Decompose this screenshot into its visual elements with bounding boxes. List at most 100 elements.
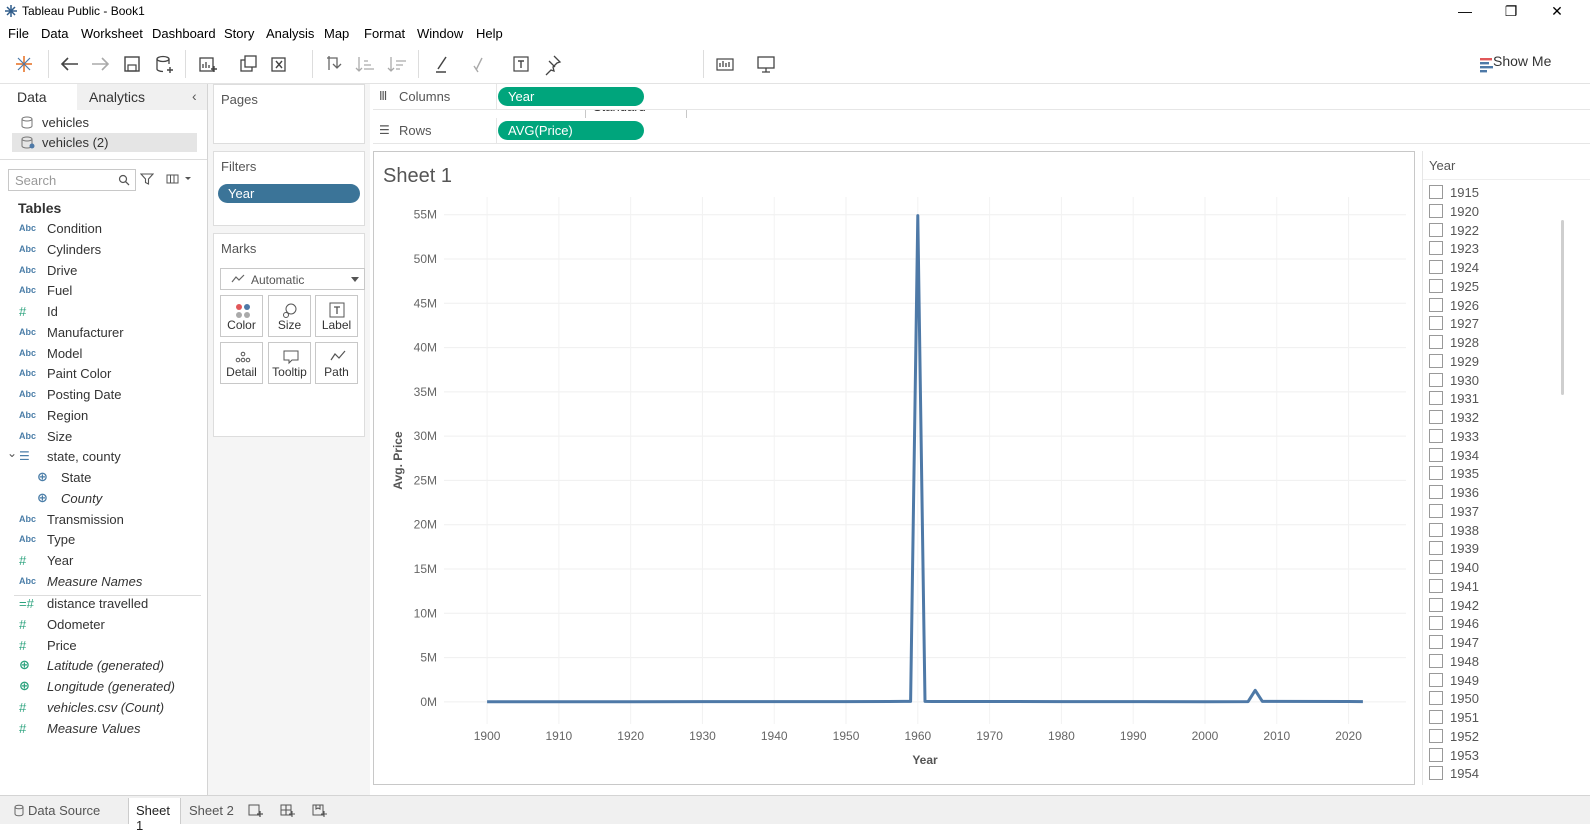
series-line[interactable] [487,214,1363,704]
clear-sheet-icon[interactable] [268,52,292,76]
checkbox[interactable] [1429,203,1443,218]
field-year[interactable]: # Year [0,551,207,572]
filter-item-1938[interactable]: 1938 [1429,521,1569,539]
marks-label-button[interactable]: Label [315,295,358,337]
group-members-icon[interactable] [467,52,491,76]
field-region[interactable]: Abc Region [0,406,207,427]
field-model[interactable]: Abc Model [0,344,207,365]
field-size[interactable]: Abc Size [0,427,207,448]
checkbox[interactable] [1429,503,1443,518]
line-chart[interactable]: 0M5M10M15M20M25M30M35M40M45M50M55M 1900 1… [374,152,1414,784]
field-price[interactable]: # Price [0,636,207,657]
field-latitude-generated[interactable]: ⊕ Latitude (generated) [0,656,207,677]
filter-item-1948[interactable]: 1948 [1429,652,1569,670]
filter-item-1922[interactable]: 1922 [1429,221,1569,239]
field-vehicles-csv-count[interactable]: # vehicles.csv (Count) [0,698,207,719]
checkbox[interactable] [1429,447,1443,462]
menu-worksheet[interactable]: Worksheet [81,26,143,41]
checkbox[interactable] [1429,635,1443,649]
filter-item-1929[interactable]: 1929 [1429,352,1569,370]
filter-item-1935[interactable]: 1935 [1429,464,1569,482]
field-paint-color[interactable]: Abc Paint Color [0,364,207,385]
highlight-icon[interactable] [430,52,454,76]
filter-pill-year[interactable]: Year [218,184,360,203]
rows-shelf[interactable]: ☰ Rows AVG(Price) [373,118,1590,144]
sort-descending-icon[interactable] [385,52,409,76]
menu-help[interactable]: Help [476,26,503,41]
filter-item-1926[interactable]: 1926 [1429,296,1569,314]
checkbox[interactable] [1429,541,1443,556]
field-odometer[interactable]: # Odometer [0,615,207,636]
checkbox[interactable] [1429,241,1443,256]
field-state[interactable]: ⊕ State [0,468,207,489]
minimize-icon[interactable]: — [1442,0,1488,22]
tab-data[interactable]: Data [0,84,77,110]
redo-icon[interactable] [88,52,112,76]
filter-item-1949[interactable]: 1949 [1429,671,1569,689]
checkbox[interactable] [1429,710,1443,724]
checkbox[interactable] [1429,485,1443,499]
filter-item-1940[interactable]: 1940 [1429,558,1569,576]
field-county[interactable]: ⊕ County [0,489,207,510]
checkbox[interactable] [1429,766,1443,781]
filters-card[interactable]: Filters Year [213,151,365,226]
field-measure-values[interactable]: # Measure Values [0,719,207,740]
filter-item-1920[interactable]: 1920 [1429,202,1569,220]
field-measure-names[interactable]: Abc Measure Names [0,572,207,593]
tab-sheet-1[interactable]: Sheet 1 [128,798,181,833]
tableau-home-icon[interactable] [12,52,36,76]
restore-icon[interactable]: ❐ [1488,0,1534,22]
field-transmission[interactable]: Abc Transmission [0,510,207,531]
menu-format[interactable]: Format [364,26,405,41]
field-condition[interactable]: Abc Condition [0,219,207,240]
menu-analysis[interactable]: Analysis [266,26,314,41]
filter-item-1952[interactable]: 1952 [1429,727,1569,745]
marks-path-button[interactable]: Path [315,342,358,384]
field-id[interactable]: # Id [0,302,207,323]
checkbox[interactable] [1429,335,1443,349]
pages-card[interactable]: Pages [213,84,365,144]
menu-window[interactable]: Window [417,26,463,41]
marks-tooltip-button[interactable]: Tooltip [268,342,311,384]
field-drive[interactable]: Abc Drive [0,261,207,282]
checkbox[interactable] [1429,353,1443,368]
new-worksheet-icon[interactable] [248,802,264,818]
chevron-down-icon[interactable]: ⌄ [7,446,17,460]
checkbox[interactable] [1429,372,1443,387]
filter-item-1924[interactable]: 1924 [1429,258,1569,276]
filter-item-1934[interactable]: 1934 [1429,446,1569,464]
checkbox[interactable] [1429,316,1443,331]
field-posting-date[interactable]: Abc Posting Date [0,385,207,406]
menu-data[interactable]: Data [41,26,68,41]
filter-icon[interactable] [140,172,154,186]
tab-data-source[interactable]: Data Source [6,798,114,824]
filter-item-1923[interactable]: 1923 [1429,239,1569,257]
marks-color-button[interactable]: Color [220,295,263,337]
tab-sheet-2[interactable]: Sheet 2 [182,798,237,824]
new-dashboard-icon[interactable] [280,802,296,818]
field-manufacturer[interactable]: Abc Manufacturer [0,323,207,344]
field-longitude-generated[interactable]: ⊕ Longitude (generated) [0,677,207,698]
swap-rows-columns-icon[interactable] [321,52,345,76]
checkbox[interactable] [1429,260,1443,274]
checkbox[interactable] [1429,222,1443,237]
filter-item-1953[interactable]: 1953 [1429,746,1569,764]
filter-item-1925[interactable]: 1925 [1429,277,1569,295]
menu-dashboard[interactable]: Dashboard [152,26,216,41]
new-datasource-icon[interactable] [152,52,176,76]
filter-item-1937[interactable]: 1937 [1429,502,1569,520]
filter-item-1939[interactable]: 1939 [1429,539,1569,557]
new-worksheet-icon[interactable] [196,52,220,76]
checkbox[interactable] [1429,653,1443,668]
filter-item-1950[interactable]: 1950 [1429,689,1569,707]
columns-pill-year[interactable]: Year [498,87,644,106]
collapse-pane-icon[interactable]: ‹ [192,88,197,104]
marks-detail-button[interactable]: Detail [220,342,263,384]
checkbox[interactable] [1429,185,1443,199]
filter-item-1936[interactable]: 1936 [1429,483,1569,501]
field-fuel[interactable]: Abc Fuel [0,281,207,302]
checkbox[interactable] [1429,428,1443,443]
sort-ascending-icon[interactable] [353,52,377,76]
checkbox[interactable] [1429,297,1443,312]
menu-file[interactable]: File [8,26,29,41]
